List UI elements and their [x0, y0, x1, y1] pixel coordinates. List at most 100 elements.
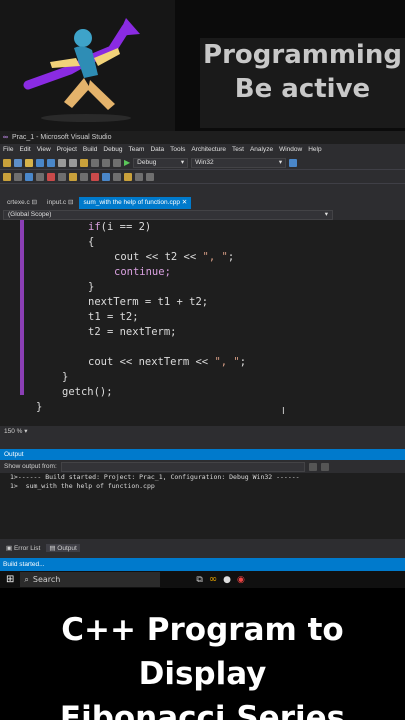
vs-logo-icon: ∞ [3, 134, 8, 141]
configuration-value: Debug [137, 158, 157, 166]
bottom-panel-tabs: ▣ Error List ▤ Output [0, 541, 405, 554]
menu-build[interactable]: Build [83, 144, 97, 156]
configuration-select[interactable]: Debug ▾ [133, 157, 189, 168]
redo-icon[interactable] [102, 158, 110, 167]
toolbar-icon[interactable] [102, 172, 110, 181]
window-title: Prac_1 - Microsoft Visual Studio [12, 134, 112, 141]
menu-bar: File Edit View Project Build Debug Team … [0, 144, 405, 156]
tab-crtexe-label: crtexe.c [7, 199, 30, 206]
toolbar-icon[interactable] [58, 172, 66, 181]
menu-edit[interactable]: Edit [19, 144, 30, 156]
pin-icon[interactable]: ⊟ [68, 199, 73, 206]
code-line: } [36, 401, 43, 413]
new-project-icon[interactable] [3, 158, 11, 167]
toolbar-icon[interactable] [69, 172, 77, 181]
menu-file[interactable]: File [3, 144, 13, 156]
navigate-icon[interactable] [113, 158, 121, 167]
status-bar: Build started... [0, 558, 405, 571]
toolbar-icon[interactable] [3, 172, 11, 181]
visual-studio-taskbar-icon[interactable]: ∞ [209, 574, 217, 585]
output-text[interactable]: 1>------ Build started: Project: Prac_1,… [0, 473, 405, 539]
title-bar: ∞ Prac_1 - Microsoft Visual Studio [0, 131, 405, 144]
output-source-select[interactable] [60, 461, 305, 472]
caption-line2: Fibonacci Series [59, 700, 346, 720]
platform-value: Win32 [195, 158, 214, 166]
start-debugging-icon[interactable]: ▶ [124, 158, 130, 167]
save-all-icon[interactable] [47, 158, 55, 167]
windows-taskbar: ⊞ ⌕ Search ⧉ ∞ ● ◉ [0, 571, 405, 588]
code-line: { [88, 236, 95, 248]
output-line: 1> sum_with the help of function.cpp [10, 482, 155, 490]
toolbar-icon[interactable] [47, 172, 55, 181]
menu-help[interactable]: Help [308, 144, 321, 156]
toolbar-icon[interactable] [113, 172, 121, 181]
clear-output-icon[interactable] [308, 462, 317, 471]
tab-crtexe[interactable]: crtexe.c ⊟ [3, 197, 41, 209]
code-editor[interactable]: if(i == 2) { cout << t2 << ", "; continu… [0, 220, 405, 426]
banner-illustration [0, 0, 175, 131]
code-line: } [88, 281, 95, 293]
add-item-icon[interactable] [14, 158, 22, 167]
zoom-value: 150 % [4, 428, 23, 435]
code-line: t2 = nextTerm; [88, 326, 177, 338]
tab-input[interactable]: input.c ⊟ [43, 197, 77, 209]
toolbar-icon[interactable] [91, 172, 99, 181]
toolbar-icon[interactable] [25, 172, 33, 181]
visual-studio-window: ∞ Prac_1 - Microsoft Visual Studio File … [0, 131, 405, 571]
chevron-down-icon: ▾ [180, 158, 185, 166]
menu-analyze[interactable]: Analyze [250, 144, 273, 156]
code-line: getch(); [62, 386, 113, 398]
output-panel-header: Output [0, 449, 405, 460]
toolbar-icon[interactable] [80, 172, 88, 181]
code-line: } [62, 371, 69, 383]
tab-error-list[interactable]: ▣ Error List [6, 544, 40, 552]
menu-window[interactable]: Window [279, 144, 302, 156]
menu-debug[interactable]: Debug [103, 144, 122, 156]
menu-test[interactable]: Test [232, 144, 244, 156]
menu-team[interactable]: Team [129, 144, 145, 156]
menu-tools[interactable]: Tools [170, 144, 185, 156]
toolbar-icon[interactable] [135, 172, 143, 181]
menu-data[interactable]: Data [150, 144, 164, 156]
cut-icon[interactable] [58, 158, 66, 167]
menu-project[interactable]: Project [57, 144, 77, 156]
toolbar-icon[interactable] [36, 172, 44, 181]
platform-select[interactable]: Win32 ▾ [191, 157, 287, 168]
paste-icon[interactable] [80, 158, 88, 167]
scope-value: (Global Scope) [8, 211, 52, 218]
menu-architecture[interactable]: Architecture [191, 144, 226, 156]
word-wrap-icon[interactable] [320, 462, 329, 471]
output-line: 1>------ Build started: Project: Prac_1,… [10, 473, 300, 481]
close-icon[interactable]: ✕ [182, 199, 187, 206]
caption-line1: C++ Program to Display [61, 612, 344, 692]
tab-sum-with-function[interactable]: sum_with the help of function.cpp ✕ [79, 197, 192, 209]
tab-output[interactable]: ▤ Output [46, 543, 80, 552]
save-icon[interactable] [36, 158, 44, 167]
standard-toolbar: ▶ Debug ▾ Win32 ▾ [0, 156, 405, 170]
copy-icon[interactable] [69, 158, 77, 167]
scope-select[interactable]: (Global Scope) ▾ [3, 210, 333, 220]
text-cursor-icon: I [282, 406, 285, 417]
app-taskbar-icon[interactable]: ● [223, 575, 231, 585]
undo-icon[interactable] [91, 158, 99, 167]
toolbar-icon[interactable] [146, 172, 154, 181]
search-icon: ⌕ [24, 574, 29, 584]
zoom-level[interactable]: 150 % ▾ [0, 426, 405, 437]
tab-input-label: input.c [47, 199, 67, 206]
menu-view[interactable]: View [37, 144, 51, 156]
open-folder-icon[interactable] [25, 158, 33, 167]
chrome-taskbar-icon[interactable]: ◉ [237, 575, 245, 585]
change-indicator-bar [20, 220, 24, 395]
toolbar-icon[interactable] [14, 172, 22, 181]
find-icon[interactable] [289, 158, 298, 167]
pin-icon[interactable]: ⊟ [32, 199, 37, 206]
tab-output-label: Output [57, 544, 77, 552]
chevron-down-icon: ▾ [324, 211, 328, 218]
toolbar-icon[interactable] [124, 172, 132, 181]
task-view-icon[interactable]: ⧉ [196, 575, 202, 585]
windows-start-icon[interactable]: ⊞ [6, 574, 14, 585]
chevron-down-icon: ▾ [278, 158, 283, 166]
secondary-toolbar [0, 170, 405, 184]
code-line-cout-next: cout << nextTerm << ", "; [88, 356, 247, 368]
taskbar-search[interactable]: ⌕ Search [20, 572, 161, 587]
